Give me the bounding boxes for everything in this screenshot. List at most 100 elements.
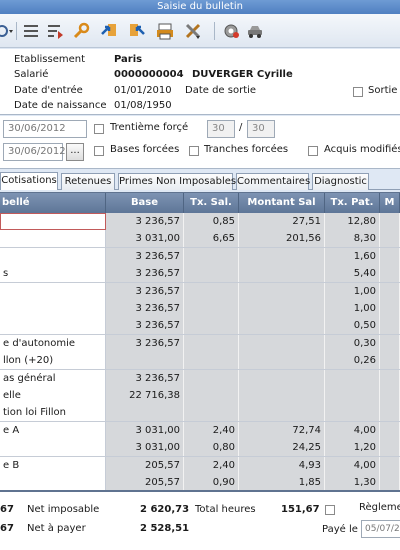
cell-libelle[interactable]: e d'autonomie <box>0 334 106 352</box>
cell-base[interactable]: 3 031,00 <box>106 230 184 248</box>
list-icon[interactable] <box>22 22 40 40</box>
cell-montant-sal[interactable]: 1,85 <box>239 474 325 490</box>
cell-base[interactable]: 3 236,57 <box>106 334 184 352</box>
table-row[interactable]: e A3 031,00 2,40 72,74 4,00 <box>0 421 400 440</box>
cell-montant-sal[interactable] <box>239 265 325 283</box>
cell-base[interactable]: 3 236,57 <box>106 317 184 335</box>
period-end-field[interactable]: 30/06/2012 <box>3 143 66 161</box>
cell-montant-sal[interactable] <box>239 334 325 352</box>
cell-base[interactable] <box>106 352 184 370</box>
cell-base[interactable]: 22 716,38 <box>106 387 184 404</box>
cell-libelle[interactable]: tion loi Fillon <box>0 404 106 422</box>
cell-montant-pat[interactable] <box>380 300 400 317</box>
cell-tx-pat[interactable]: 1,00 <box>325 282 380 300</box>
column-header-montant-pat[interactable]: M <box>380 193 400 213</box>
tools-icon[interactable] <box>184 22 202 40</box>
cell-base[interactable] <box>106 404 184 422</box>
cell-montant-pat[interactable] <box>380 352 400 370</box>
cell-montant-pat[interactable] <box>380 230 400 248</box>
cell-tx-sal[interactable] <box>184 369 239 387</box>
cell-montant-pat[interactable] <box>380 456 400 474</box>
cell-montant-sal[interactable]: 72,74 <box>239 421 325 439</box>
cell-tx-sal[interactable] <box>184 282 239 300</box>
cell-montant-pat[interactable] <box>380 439 400 457</box>
cell-tx-pat[interactable] <box>325 369 380 387</box>
cell-libelle[interactable] <box>0 247 106 265</box>
cell-montant-sal[interactable] <box>239 317 325 335</box>
bases-forcees-checkbox[interactable] <box>94 146 104 156</box>
cell-tx-sal[interactable]: 0,85 <box>184 213 239 230</box>
table-row[interactable]: 3 236,57 1,60 <box>0 247 400 266</box>
cell-tx-pat[interactable]: 4,00 <box>325 421 380 439</box>
column-header-tx-sal[interactable]: Tx. Sal. <box>184 193 239 213</box>
cell-montant-sal[interactable]: 24,25 <box>239 439 325 457</box>
cell-base[interactable]: 3 236,57 <box>106 247 184 265</box>
cell-base[interactable]: 3 031,00 <box>106 439 184 457</box>
cell-tx-pat[interactable]: 1,00 <box>325 300 380 317</box>
settings-dropdown-icon[interactable] <box>0 22 14 40</box>
cell-tx-pat[interactable]: 12,80 <box>325 213 380 230</box>
acquis-modifies-checkbox[interactable] <box>308 146 318 156</box>
cell-montant-pat[interactable] <box>380 317 400 335</box>
cell-montant-pat[interactable] <box>380 387 400 404</box>
table-row[interactable]: 3 236,57 1,00 <box>0 282 400 301</box>
cell-tx-pat[interactable]: 0,50 <box>325 317 380 335</box>
cell-tx-sal[interactable]: 0,80 <box>184 439 239 457</box>
cell-montant-pat[interactable] <box>380 474 400 490</box>
table-row[interactable]: 205,57 0,90 1,85 1,30 <box>0 474 400 490</box>
tab-retenues[interactable]: Retenues <box>61 173 115 190</box>
reglement-checkbox[interactable] <box>325 505 335 515</box>
cell-tx-sal[interactable] <box>184 265 239 283</box>
cell-libelle[interactable] <box>0 317 106 335</box>
cell-tx-pat[interactable]: 0,26 <box>325 352 380 370</box>
cell-montant-sal[interactable] <box>239 282 325 300</box>
cell-montant-pat[interactable] <box>380 213 400 230</box>
column-header-libelle[interactable]: bellé <box>0 193 106 213</box>
table-row[interactable]: 3 236,57 0,50 <box>0 317 400 336</box>
cell-tx-sal[interactable] <box>184 404 239 422</box>
table-row[interactable]: 3 236,57 1,00 <box>0 300 400 318</box>
cell-tx-sal[interactable] <box>184 334 239 352</box>
cell-libelle[interactable]: llon (+20) <box>0 352 106 370</box>
cell-montant-sal[interactable] <box>239 369 325 387</box>
cell-montant-sal[interactable] <box>239 247 325 265</box>
cell-tx-pat[interactable]: 4,00 <box>325 456 380 474</box>
cell-tx-sal[interactable] <box>184 387 239 404</box>
cell-montant-sal[interactable]: 201,56 <box>239 230 325 248</box>
table-row[interactable]: tion loi Fillon <box>0 404 400 423</box>
cell-libelle[interactable] <box>0 230 106 248</box>
cell-montant-pat[interactable] <box>380 369 400 387</box>
wrench-icon[interactable] <box>72 22 90 40</box>
cell-montant-pat[interactable] <box>380 334 400 352</box>
period-picker-button[interactable]: ... <box>66 143 84 161</box>
cell-libelle[interactable] <box>0 213 106 230</box>
cell-libelle[interactable] <box>0 439 106 457</box>
tab-commentaires[interactable]: Commentaires <box>236 173 310 190</box>
cell-base[interactable]: 205,57 <box>106 474 184 490</box>
table-row[interactable]: s3 236,57 5,40 <box>0 265 400 284</box>
column-header-base[interactable]: Base <box>106 193 184 213</box>
cell-libelle[interactable] <box>0 300 106 317</box>
cell-tx-sal[interactable] <box>184 317 239 335</box>
cell-tx-pat[interactable]: 1,30 <box>325 474 380 490</box>
car-icon[interactable] <box>246 22 264 40</box>
cell-tx-pat[interactable]: 0,30 <box>325 334 380 352</box>
period-start-field[interactable]: 30/06/2012 <box>3 120 87 138</box>
cell-tx-sal[interactable]: 2,40 <box>184 421 239 439</box>
cell-libelle[interactable]: e A <box>0 421 106 439</box>
table-row[interactable]: 3 236,57 0,85 27,51 12,80 <box>0 213 400 231</box>
cell-tx-sal[interactable] <box>184 247 239 265</box>
cell-tx-pat[interactable]: 5,40 <box>325 265 380 283</box>
trentieme-numerator-field[interactable]: 30 <box>207 120 235 138</box>
cell-libelle[interactable] <box>0 474 106 490</box>
table-row[interactable]: llon (+20) 0,26 <box>0 352 400 371</box>
cell-libelle[interactable]: s <box>0 265 106 283</box>
cell-base[interactable]: 3 031,00 <box>106 421 184 439</box>
cell-base[interactable]: 3 236,57 <box>106 265 184 283</box>
gear-icon[interactable] <box>222 22 240 40</box>
cell-tx-pat[interactable] <box>325 404 380 422</box>
cell-tx-sal[interactable] <box>184 352 239 370</box>
cell-tx-pat[interactable]: 1,20 <box>325 439 380 457</box>
trentieme-denominator-field[interactable]: 30 <box>247 120 275 138</box>
cell-montant-sal[interactable]: 4,93 <box>239 456 325 474</box>
